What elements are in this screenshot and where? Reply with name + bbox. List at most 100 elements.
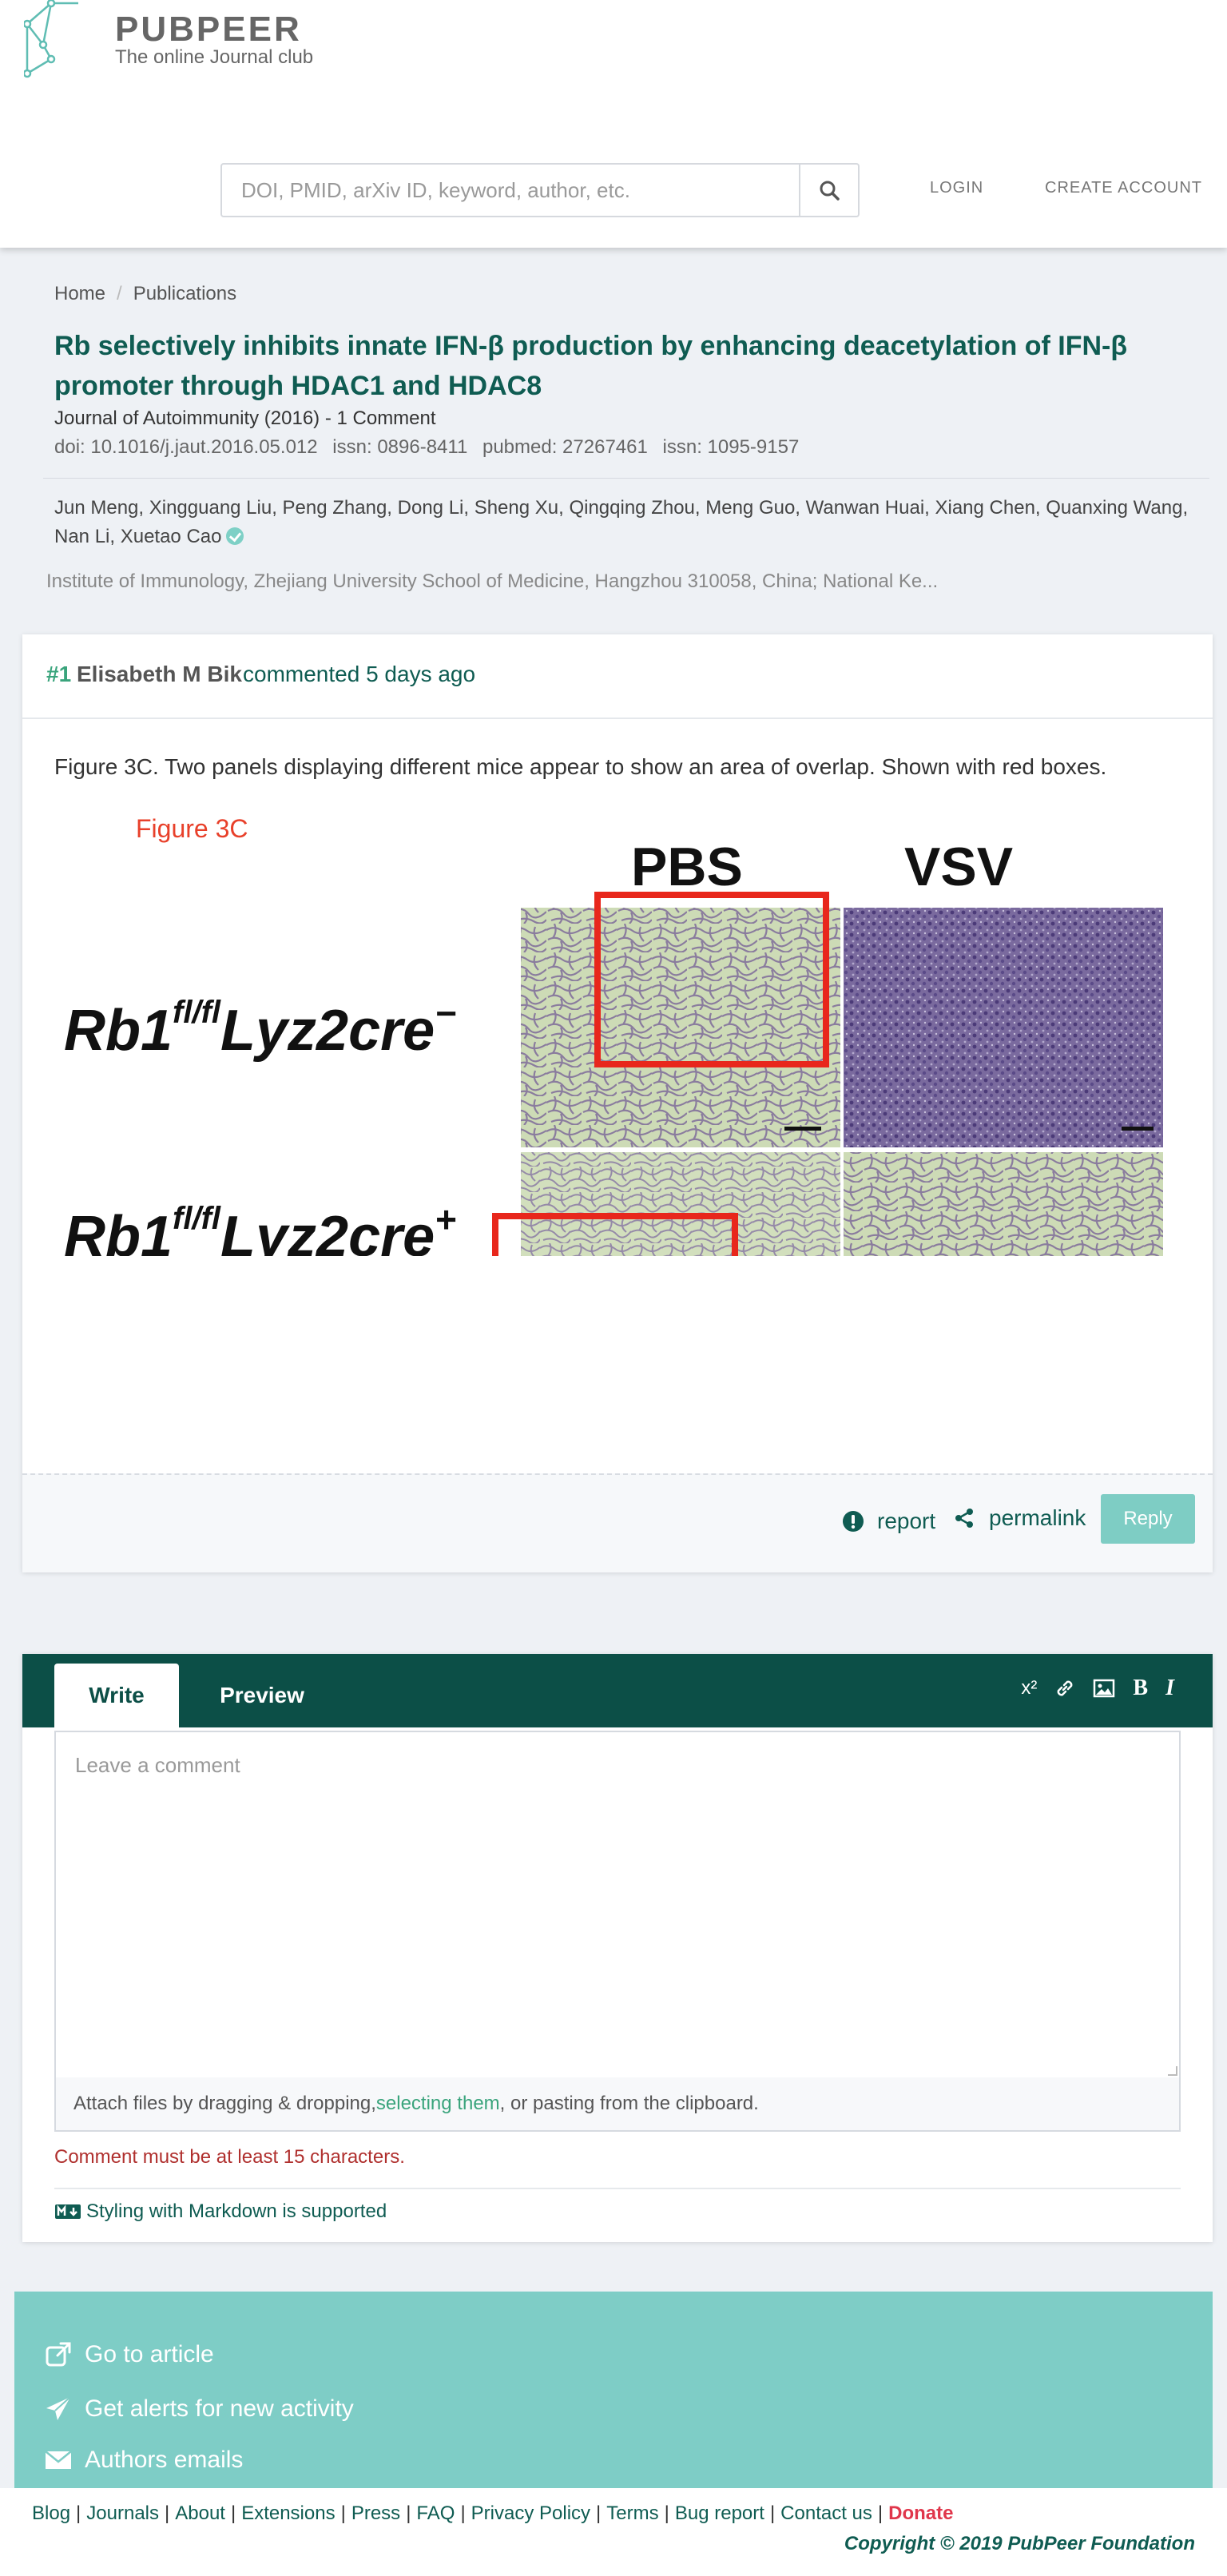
- comment-number[interactable]: #1: [46, 662, 71, 687]
- superscript-icon[interactable]: x²: [1021, 1676, 1037, 1700]
- figure-col-pbs: PBS: [631, 837, 743, 897]
- comment-header: #1 Elisabeth M Bik commented 5 days ago: [22, 634, 1213, 719]
- footer-link-bug-report[interactable]: Bug report: [675, 2502, 764, 2524]
- attach-files-bar[interactable]: Attach files by dragging & dropping, sel…: [54, 2077, 1181, 2132]
- authors-emails-label: Authors emails: [85, 2447, 244, 2473]
- doi[interactable]: doi: 10.1016/j.jaut.2016.05.012: [54, 436, 318, 458]
- pubpeer-logo-icon[interactable]: [24, 0, 81, 78]
- select-files-link[interactable]: selecting them: [376, 2093, 500, 2115]
- footer-link-press[interactable]: Press: [351, 2502, 400, 2524]
- footer-link-journals[interactable]: Journals: [86, 2502, 159, 2524]
- markdown-help-link[interactable]: Styling with Markdown is supported: [54, 2200, 387, 2223]
- footer-separator: |: [877, 2502, 884, 2524]
- figure-label: Figure 3C: [136, 814, 248, 843]
- search-box: [220, 163, 860, 217]
- share-icon: [955, 1509, 973, 1528]
- breadcrumb-separator: /: [117, 283, 122, 304]
- italic-icon[interactable]: I: [1165, 1676, 1174, 1700]
- footer-separator: |: [165, 2502, 170, 2524]
- get-alerts-label: Get alerts for new activity: [85, 2395, 354, 2422]
- search-button[interactable]: [799, 165, 858, 216]
- comment-author: Elisabeth M Bik: [77, 662, 242, 686]
- svg-text:Rb1fl/flLyz2cre−: Rb1fl/flLyz2cre−: [64, 992, 456, 1063]
- footer-separator: |: [664, 2502, 669, 2524]
- permalink-label: permalink: [989, 1505, 1086, 1530]
- get-alerts-link[interactable]: Get alerts for new activity: [45, 2395, 354, 2423]
- footer-separator: |: [340, 2502, 346, 2524]
- markdown-label: Styling with Markdown is supported: [86, 2200, 387, 2222]
- verified-icon: [226, 527, 244, 545]
- tab-write[interactable]: Write: [54, 1664, 179, 1727]
- go-to-article-link[interactable]: Go to article: [45, 2341, 214, 2368]
- copyright: Copyright © 2019 PubPeer Foundation: [844, 2533, 1195, 2554]
- comment-figure-image[interactable]: Figure 3C PBS VSV Rb1fl/flLyz2cre− Rb1fl…: [54, 809, 1206, 1393]
- footer-link-privacy[interactable]: Privacy Policy: [471, 2502, 590, 2524]
- footer-separator: |: [230, 2502, 236, 2524]
- article-actions-panel: Go to article Get alerts for new activit…: [14, 2292, 1213, 2488]
- panel-pbs-top: [521, 908, 840, 1147]
- footer-link-blog[interactable]: Blog: [32, 2502, 70, 2524]
- tab-preview[interactable]: Preview: [200, 1664, 324, 1727]
- markdown-icon: [55, 2204, 81, 2219]
- report-link[interactable]: report: [842, 1509, 935, 1534]
- permalink-link[interactable]: permalink: [954, 1505, 1086, 1531]
- link-icon[interactable]: [1054, 1676, 1075, 1700]
- figure-row1-label: Rb1fl/flLyz2cre−: [64, 992, 456, 1063]
- image-icon[interactable]: [1093, 1676, 1115, 1700]
- login-link[interactable]: LOGIN: [930, 179, 983, 197]
- scale-bar: [1122, 1127, 1154, 1131]
- reply-button[interactable]: Reply: [1101, 1494, 1195, 1544]
- donate-link[interactable]: Donate: [888, 2502, 953, 2524]
- paper-plane-icon: [46, 2396, 71, 2420]
- brand-name[interactable]: PUBPEER: [115, 10, 302, 50]
- affiliation[interactable]: Institute of Immunology, Zhejiang Univer…: [46, 570, 938, 593]
- footer-link-terms[interactable]: Terms: [606, 2502, 658, 2524]
- publication-identifiers: doi: 10.1016/j.jaut.2016.05.012 issn: 08…: [54, 436, 808, 459]
- figure-row2-label: Rb1fl/flLyz2cre+: [64, 1199, 456, 1269]
- bold-icon[interactable]: B: [1133, 1676, 1148, 1700]
- footer-separator: |: [76, 2502, 81, 2524]
- attach-text-prefix: Attach files by dragging & dropping,: [73, 2093, 376, 2114]
- divider: [43, 478, 1209, 479]
- comment-placeholder: Leave a comment: [75, 1753, 240, 1777]
- pubmed-id[interactable]: pubmed: 27267461: [482, 436, 648, 458]
- comment-timestamp[interactable]: commented 5 days ago: [243, 662, 475, 687]
- envelope-icon: [45, 2451, 72, 2469]
- figure-3c-graphic: Figure 3C PBS VSV Rb1fl/flLyz2cre− Rb1fl…: [54, 809, 1206, 1393]
- footer-link-contact[interactable]: Contact us: [780, 2502, 872, 2524]
- authors-text: Jun Meng, Xingguang Liu, Peng Zhang, Don…: [54, 497, 1189, 547]
- footer-link-extensions[interactable]: Extensions: [241, 2502, 335, 2524]
- comment-textarea[interactable]: Leave a comment: [54, 1731, 1181, 2079]
- divider: [54, 2188, 1181, 2189]
- external-link-icon: [46, 2342, 71, 2367]
- brand-tagline: The online Journal club: [115, 46, 314, 68]
- panel-pbs-bottom: [521, 1152, 840, 1393]
- issn-online: issn: 1095-9157: [662, 436, 800, 458]
- svg-text:Rb1fl/flLyz2cre+: Rb1fl/flLyz2cre+: [64, 1199, 456, 1256]
- comment-editor: Write Preview x² B I Leave a comment Att…: [22, 1654, 1213, 2242]
- panel-vsv-top: [844, 908, 1163, 1147]
- footer-separator: |: [406, 2502, 411, 2524]
- comment-card: #1 Elisabeth M Bik commented 5 days ago …: [22, 634, 1213, 1572]
- resize-handle[interactable]: [1168, 2066, 1177, 2076]
- search-input[interactable]: [222, 165, 799, 216]
- breadcrumb-publications[interactable]: Publications: [133, 283, 236, 304]
- breadcrumb-home[interactable]: Home: [54, 283, 105, 304]
- authors-emails-link[interactable]: Authors emails: [45, 2447, 243, 2474]
- footer-links: Blog | Journals | About | Extensions | Press | FAQ…: [32, 2502, 953, 2525]
- site-footer: Blog | Journals | About | Extensions | Press | FAQ…: [0, 2488, 1227, 2576]
- formatting-tools: x² B I: [1021, 1676, 1174, 1700]
- exclamation-circle-icon: [843, 1511, 864, 1532]
- comment-actions: report permalink Reply: [22, 1473, 1213, 1572]
- attach-text-suffix: , or pasting from the clipboard.: [499, 2093, 759, 2114]
- footer-separator: |: [769, 2502, 776, 2524]
- scale-bar: [784, 1127, 821, 1131]
- figure-col-vsv: VSV: [904, 837, 1013, 897]
- editor-toolbar: Write Preview x² B I: [22, 1654, 1213, 1727]
- create-account-link[interactable]: CREATE ACCOUNT: [1045, 179, 1202, 197]
- footer-link-faq[interactable]: FAQ: [416, 2502, 455, 2524]
- site-header: PUBPEER The online Journal club LOGIN CR…: [0, 0, 1227, 248]
- publication-title[interactable]: Rb selectively inhibits innate IFN-β pro…: [54, 326, 1157, 406]
- validation-error: Comment must be at least 15 characters.: [54, 2146, 405, 2168]
- footer-link-about[interactable]: About: [175, 2502, 225, 2524]
